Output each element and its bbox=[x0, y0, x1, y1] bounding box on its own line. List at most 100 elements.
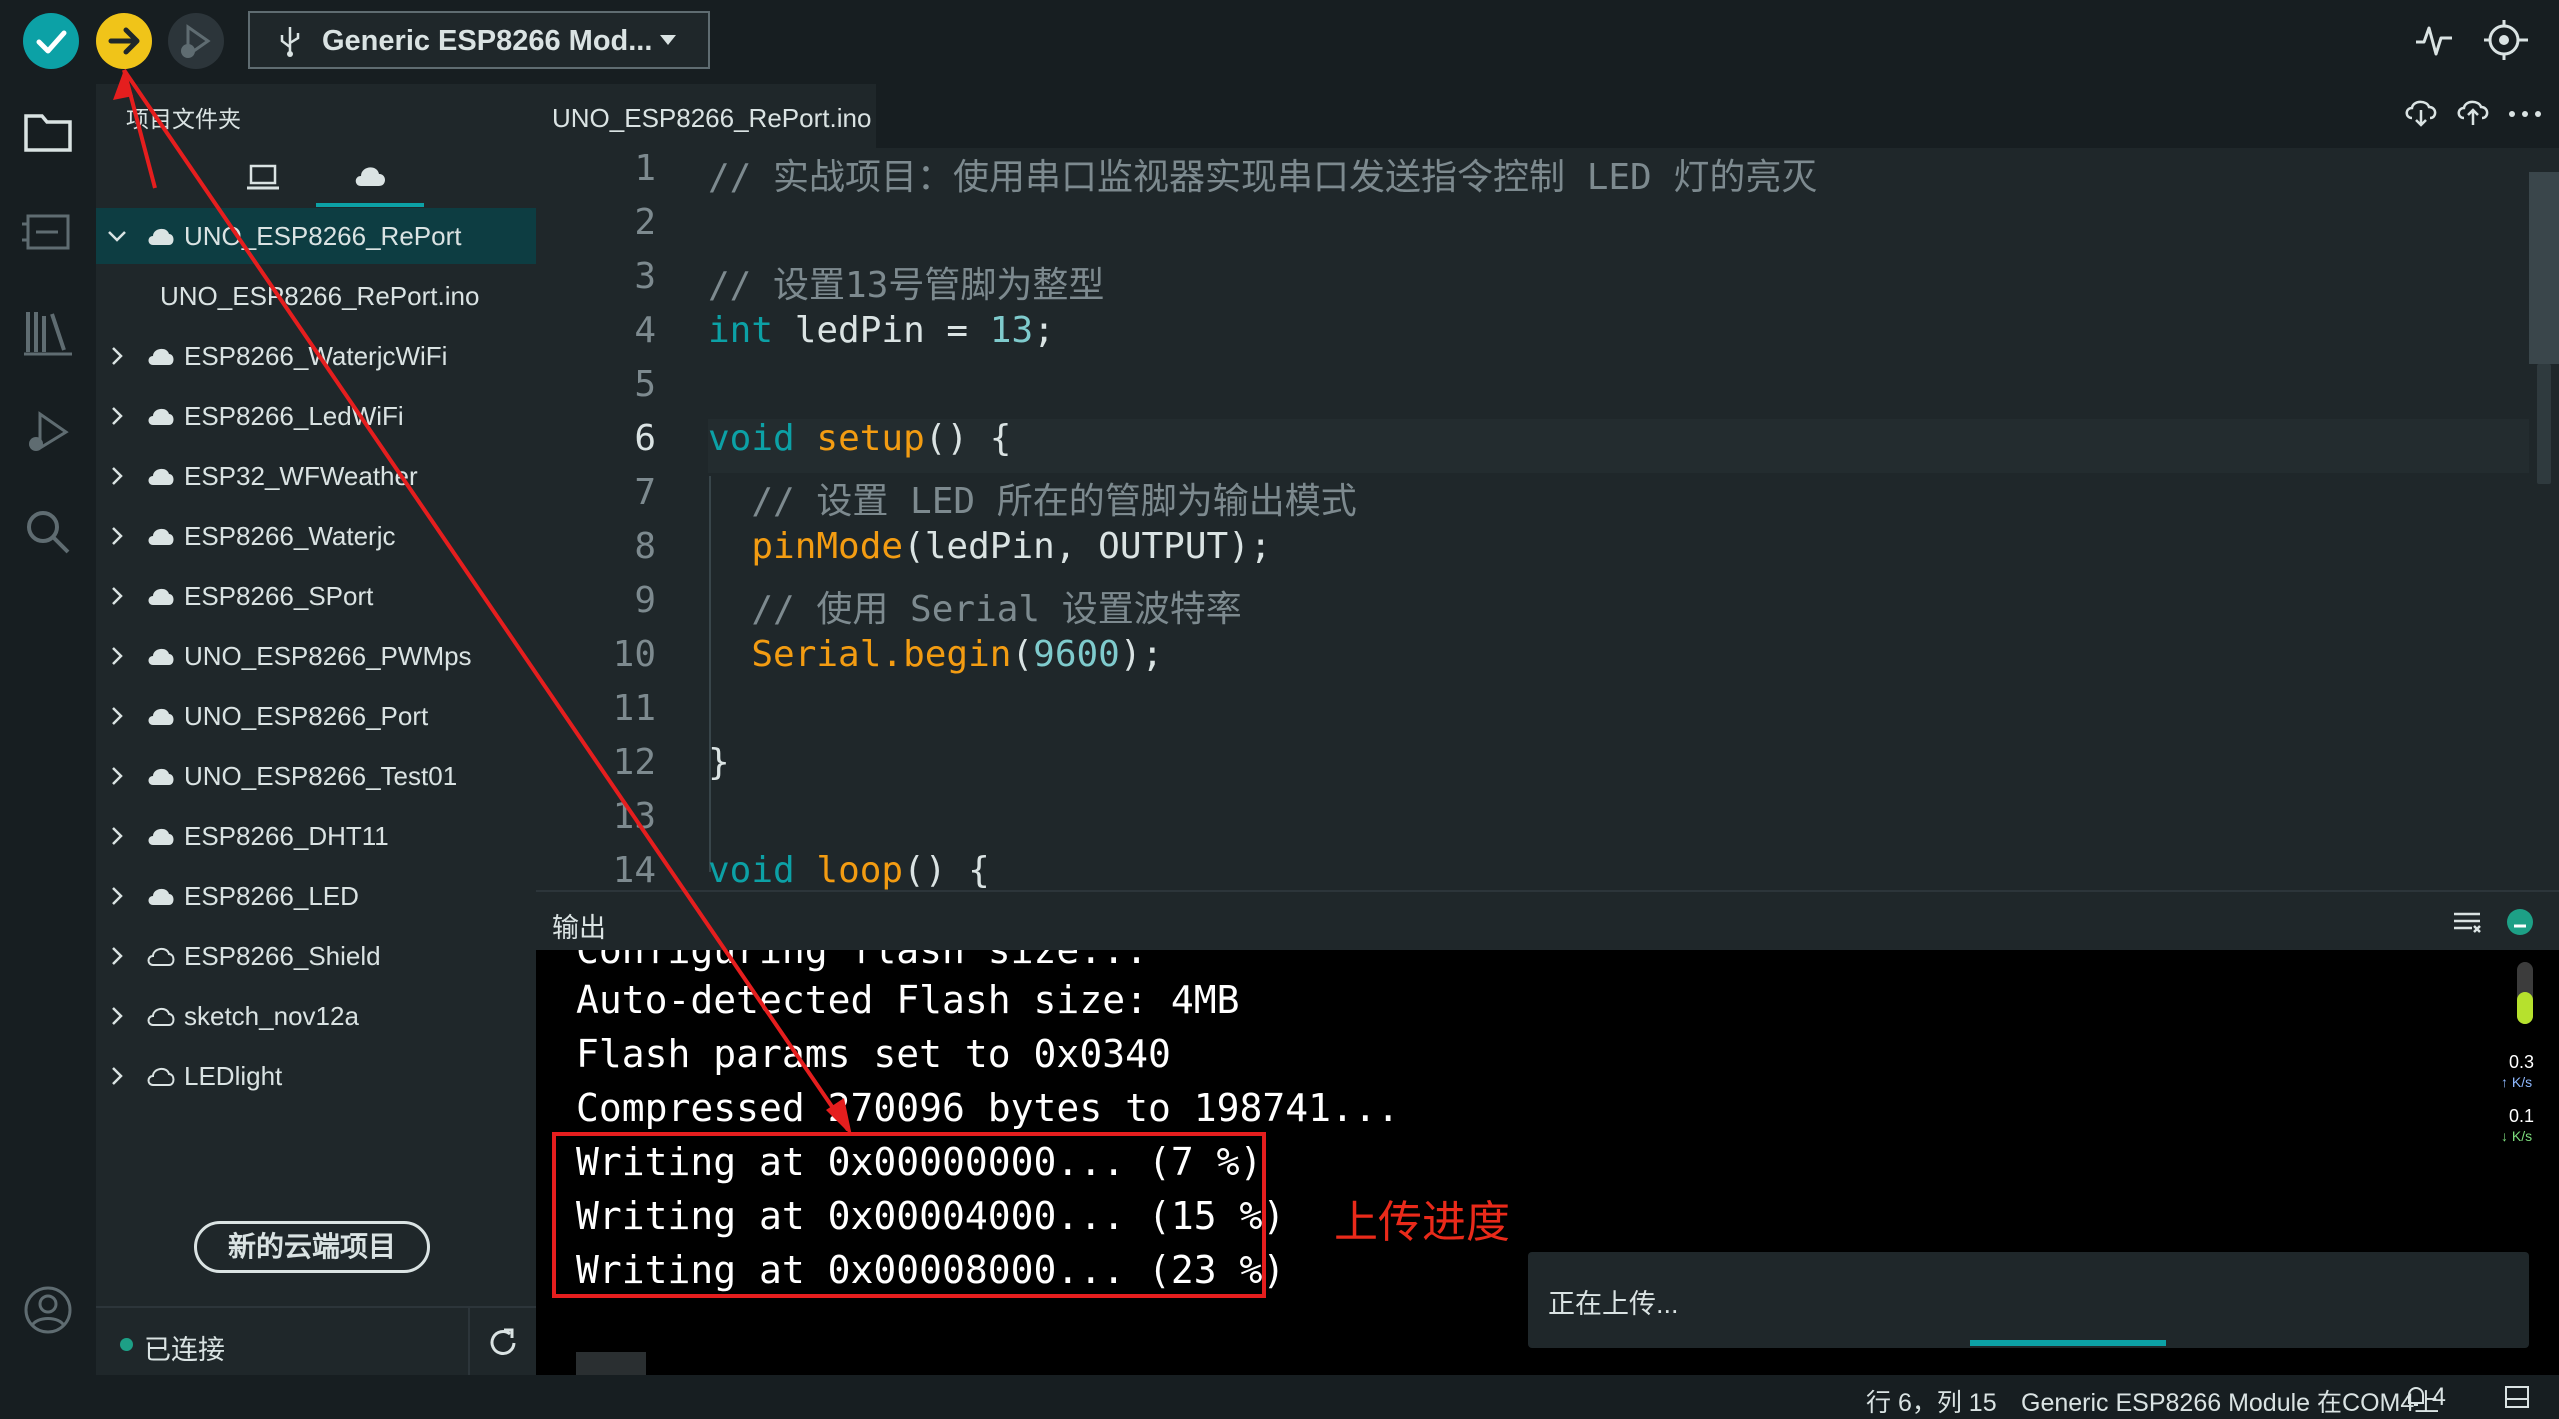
serial-monitor-icon[interactable] bbox=[2482, 18, 2530, 62]
cloud-icon bbox=[147, 1068, 175, 1086]
line-number: 10 bbox=[612, 634, 656, 675]
editor-scrollbar[interactable] bbox=[2529, 148, 2559, 890]
sketch-item[interactable]: ESP8266_Shield bbox=[96, 928, 536, 984]
usb-icon bbox=[280, 27, 300, 57]
sketch-file-item[interactable]: UNO_ESP8266_RePort.ino bbox=[96, 268, 536, 324]
sketch-item[interactable]: UNO_ESP8266_PWMps bbox=[96, 628, 536, 684]
line-number: 3 bbox=[634, 256, 656, 297]
debug-icon[interactable] bbox=[18, 402, 78, 462]
cloud-icon bbox=[147, 1008, 175, 1026]
chevron-down-icon bbox=[660, 35, 676, 45]
line-number: 1 bbox=[634, 148, 656, 189]
board-icon[interactable] bbox=[18, 202, 78, 262]
chevron-down-icon[interactable] bbox=[106, 225, 128, 247]
sketch-item[interactable]: sketch_nov12a bbox=[96, 988, 536, 1044]
sketch-item-label: ESP8266_LedWiFi bbox=[184, 401, 404, 431]
sketch-item-label: sketch_nov12a bbox=[184, 1001, 359, 1031]
text-cursor-block bbox=[576, 1352, 646, 1375]
tab-sketch-file[interactable]: UNO_ESP8266_RePort.ino bbox=[536, 84, 876, 151]
scrollbar-thumb[interactable] bbox=[2537, 364, 2551, 484]
upload-button[interactable] bbox=[96, 13, 152, 69]
connection-status-dot bbox=[120, 1338, 133, 1351]
notification-icon[interactable] bbox=[2404, 1385, 2428, 1409]
line-number: 14 bbox=[612, 850, 656, 890]
chevron-right-icon[interactable] bbox=[106, 585, 128, 607]
panel-toggle-icon[interactable] bbox=[2504, 1385, 2530, 1409]
line-number: 9 bbox=[634, 580, 656, 621]
notification-text: 正在上传... bbox=[1548, 1289, 1679, 1319]
sketch-item-label: ESP8266_WaterjcWiFi bbox=[184, 341, 448, 371]
chevron-right-icon[interactable] bbox=[106, 705, 128, 727]
status-board[interactable]: Generic ESP8266 Module 在COM4上 bbox=[2021, 1383, 2439, 1419]
output-line: Compressed 270096 bytes to 198741... bbox=[576, 1086, 1400, 1130]
sketch-item-label: ESP8266_Shield bbox=[184, 941, 381, 971]
sketch-item[interactable]: ESP8266_DHT11 bbox=[96, 808, 536, 864]
chevron-right-icon[interactable] bbox=[106, 765, 128, 787]
chevron-right-icon[interactable] bbox=[106, 825, 128, 847]
refresh-icon[interactable] bbox=[484, 1324, 522, 1362]
cloud-upload-icon[interactable] bbox=[2456, 98, 2490, 128]
cloud-icon[interactable] bbox=[352, 162, 388, 188]
activity-bar bbox=[0, 84, 96, 1375]
cloud-icon bbox=[148, 888, 174, 905]
board-selector[interactable]: Generic ESP8266 Mod... bbox=[248, 11, 710, 69]
folder-icon[interactable] bbox=[18, 102, 78, 162]
cloud-icon bbox=[148, 648, 174, 665]
code-line-10: Serial.begin(9600); bbox=[751, 634, 1164, 675]
sketch-item[interactable]: UNO_ESP8266_RePort bbox=[96, 208, 536, 264]
output-line: Flash params set to 0x0340 bbox=[576, 1032, 1171, 1076]
chevron-right-icon[interactable] bbox=[106, 1005, 128, 1027]
chevron-right-icon[interactable] bbox=[106, 885, 128, 907]
local-icon[interactable] bbox=[246, 162, 280, 192]
code-editor[interactable]: 1 2 3 4 5 6 7 8 9 10 11 12 13 14 // 实战项目：使用串口监视器实现串口发… bbox=[536, 148, 2529, 890]
sketch-item[interactable]: ESP8266_SPort bbox=[96, 568, 536, 624]
sketch-item-label: UNO_ESP8266_RePort bbox=[184, 221, 462, 251]
cloud-icon bbox=[148, 408, 174, 425]
serial-plotter-icon[interactable] bbox=[2414, 20, 2454, 60]
sketch-item-label: ESP8266_SPort bbox=[184, 581, 374, 611]
sketch-item[interactable]: ESP8266_LED bbox=[96, 868, 536, 924]
library-icon[interactable] bbox=[18, 302, 78, 362]
status-bar: 行 6，列 15 Generic ESP8266 Module 在COM4上 4 bbox=[0, 1375, 2559, 1419]
sketch-item[interactable]: UNO_ESP8266_Test01 bbox=[96, 748, 536, 804]
line-number: 7 bbox=[634, 472, 656, 513]
more-icon[interactable] bbox=[2508, 110, 2542, 118]
search-icon[interactable] bbox=[18, 502, 78, 562]
chevron-right-icon[interactable] bbox=[106, 405, 128, 427]
new-cloud-sketch-button[interactable]: 新的云端项目 bbox=[194, 1221, 430, 1273]
chevron-right-icon[interactable] bbox=[106, 525, 128, 547]
chevron-right-icon[interactable] bbox=[106, 465, 128, 487]
sketch-item[interactable]: ESP8266_LedWiFi bbox=[96, 388, 536, 444]
chevron-right-icon[interactable] bbox=[106, 945, 128, 967]
account-icon[interactable] bbox=[18, 1280, 78, 1340]
scroll-overview bbox=[2529, 172, 2559, 364]
sketch-item[interactable]: UNO_ESP8266_Port bbox=[96, 688, 536, 744]
sketch-item[interactable]: LEDlight bbox=[96, 1048, 536, 1104]
code-line-1: // 实战项目：使用串口监视器实现串口发送指令控制 LED 灯的亮灭 bbox=[708, 157, 1818, 198]
sketch-item-label: ESP32_WFWeather bbox=[184, 461, 418, 491]
board-selector-label: Generic ESP8266 Mod... bbox=[322, 25, 653, 57]
verify-button[interactable] bbox=[23, 13, 79, 69]
upload-progress-annotation: 上传进度 bbox=[1334, 1198, 1510, 1247]
chevron-right-icon[interactable] bbox=[106, 1065, 128, 1087]
line-number: 13 bbox=[612, 796, 656, 837]
cloud-icon bbox=[148, 528, 174, 545]
output-title: 输出 bbox=[552, 913, 606, 943]
sidebar-footer: 已连接 bbox=[96, 1306, 536, 1377]
code-line-4: int ledPin = 13; bbox=[708, 310, 1055, 351]
sketch-item-label: UNO_ESP8266_Port bbox=[184, 701, 429, 731]
sketch-item[interactable]: ESP8266_WaterjcWiFi bbox=[96, 328, 536, 384]
chevron-right-icon[interactable] bbox=[106, 345, 128, 367]
sketch-item[interactable]: ESP32_WFWeather bbox=[96, 448, 536, 504]
chevron-right-icon[interactable] bbox=[106, 645, 128, 667]
line-number: 2 bbox=[634, 202, 656, 243]
code-line-12: } bbox=[708, 742, 730, 783]
lock-scroll-icon[interactable] bbox=[2504, 906, 2536, 938]
sketch-item-label: ESP8266_DHT11 bbox=[184, 821, 389, 851]
sidebar-title: 项目文件夹 bbox=[126, 106, 241, 132]
debug-button[interactable] bbox=[168, 13, 224, 69]
net-down-value: 0.1 bbox=[2509, 1106, 2535, 1126]
clear-output-icon[interactable] bbox=[2452, 910, 2482, 936]
sketch-item[interactable]: ESP8266_Waterjc bbox=[96, 508, 536, 564]
cloud-download-icon[interactable] bbox=[2404, 98, 2438, 128]
